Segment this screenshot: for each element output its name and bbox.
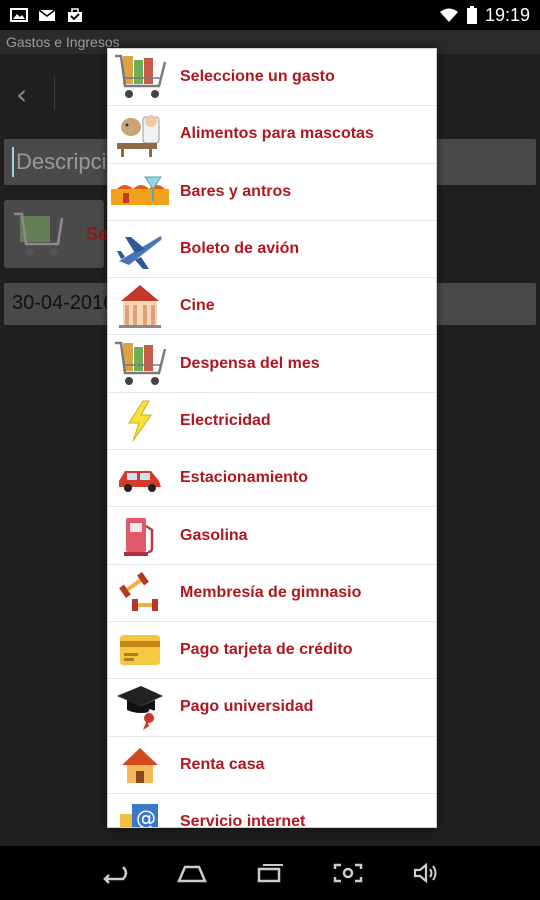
- screenshot-icon[interactable]: [331, 861, 365, 885]
- list-item[interactable]: Pago tarjeta de crédito: [108, 622, 436, 680]
- category-selector-label: Se: [86, 224, 109, 244]
- navigation-bar: [0, 846, 540, 900]
- list-item[interactable]: Seleccione un gasto: [108, 49, 436, 107]
- clock: 19:19: [484, 4, 530, 25]
- gas-pump-icon: [110, 511, 170, 561]
- list-item-label: Pago universidad: [180, 698, 314, 716]
- back-chevron-icon[interactable]: ‹: [16, 78, 27, 111]
- wifi-icon: [439, 8, 458, 22]
- house-icon: [110, 740, 170, 790]
- dumbbell-icon: [110, 568, 170, 618]
- text-cursor: [12, 147, 14, 177]
- list-item-label: Servicio internet: [180, 813, 306, 828]
- car-icon: [110, 453, 170, 503]
- list-item-label: Gasolina: [180, 526, 248, 544]
- list-item-label: Membresía de gimnasio: [180, 583, 362, 601]
- credit-card-icon: [110, 625, 170, 675]
- category-selector-button[interactable]: Se: [4, 200, 108, 268]
- list-item[interactable]: Alimentos para mascotas: [108, 106, 436, 164]
- list-item[interactable]: Membresía de gimnasio: [108, 565, 436, 622]
- list-item-label: Alimentos para mascotas: [180, 125, 374, 143]
- status-bar: 19:19: [0, 0, 540, 30]
- lightning-icon: [110, 396, 170, 446]
- pet-food-icon: [110, 109, 170, 159]
- list-item[interactable]: Renta casa: [108, 737, 436, 794]
- shopping-cart-icon: [110, 52, 170, 102]
- list-item-label: Estacionamiento: [180, 469, 309, 487]
- briefcase-notification-icon: [68, 8, 82, 22]
- list-item[interactable]: @ Servicio internet: [108, 794, 436, 828]
- list-item[interactable]: Gasolina: [108, 507, 436, 565]
- svg-text:@: @: [136, 806, 156, 828]
- internet-icon: @: [110, 797, 170, 828]
- list-item-label: Despensa del mes: [180, 354, 320, 372]
- description-placeholder: Descripció: [16, 149, 119, 174]
- recent-apps-icon[interactable]: [253, 861, 287, 885]
- image-notification-icon: [10, 8, 28, 22]
- volume-icon[interactable]: [409, 861, 443, 885]
- list-item[interactable]: Electricidad: [108, 393, 436, 451]
- list-item-label: Bares y antros: [180, 182, 292, 200]
- date-value: 30-04-2016: [12, 292, 115, 314]
- battery-icon: [466, 6, 477, 24]
- list-item[interactable]: Cine: [108, 278, 436, 336]
- cinema-icon: [110, 281, 170, 331]
- list-item-label: Electricidad: [180, 411, 271, 429]
- toolbar-divider: [54, 76, 55, 110]
- list-item-label: Boleto de avión: [180, 240, 300, 258]
- list-item-label: Cine: [180, 297, 215, 315]
- home-icon[interactable]: [175, 861, 209, 885]
- expense-category-dropdown[interactable]: Seleccione un gasto Alimentos para masco…: [107, 48, 437, 828]
- cocktail-icon: [110, 167, 170, 217]
- list-item[interactable]: Bares y antros: [108, 164, 436, 221]
- list-item-label: Pago tarjeta de crédito: [180, 641, 353, 659]
- airplane-icon: [110, 224, 170, 274]
- list-item[interactable]: Despensa del mes: [108, 335, 436, 393]
- list-item-label: Renta casa: [180, 755, 265, 773]
- list-item[interactable]: Pago universidad: [108, 679, 436, 737]
- graduation-cap-icon: [110, 682, 170, 732]
- list-item-label: Seleccione un gasto: [180, 68, 335, 86]
- list-item[interactable]: Boleto de avión: [108, 221, 436, 279]
- shopping-cart-icon: [110, 339, 170, 389]
- shopping-cart-icon: [14, 212, 64, 256]
- list-item[interactable]: Estacionamiento: [108, 450, 436, 508]
- app-title: Gastos e Ingresos: [6, 34, 120, 50]
- mail-notification-icon: [38, 9, 56, 21]
- back-icon[interactable]: [97, 861, 131, 885]
